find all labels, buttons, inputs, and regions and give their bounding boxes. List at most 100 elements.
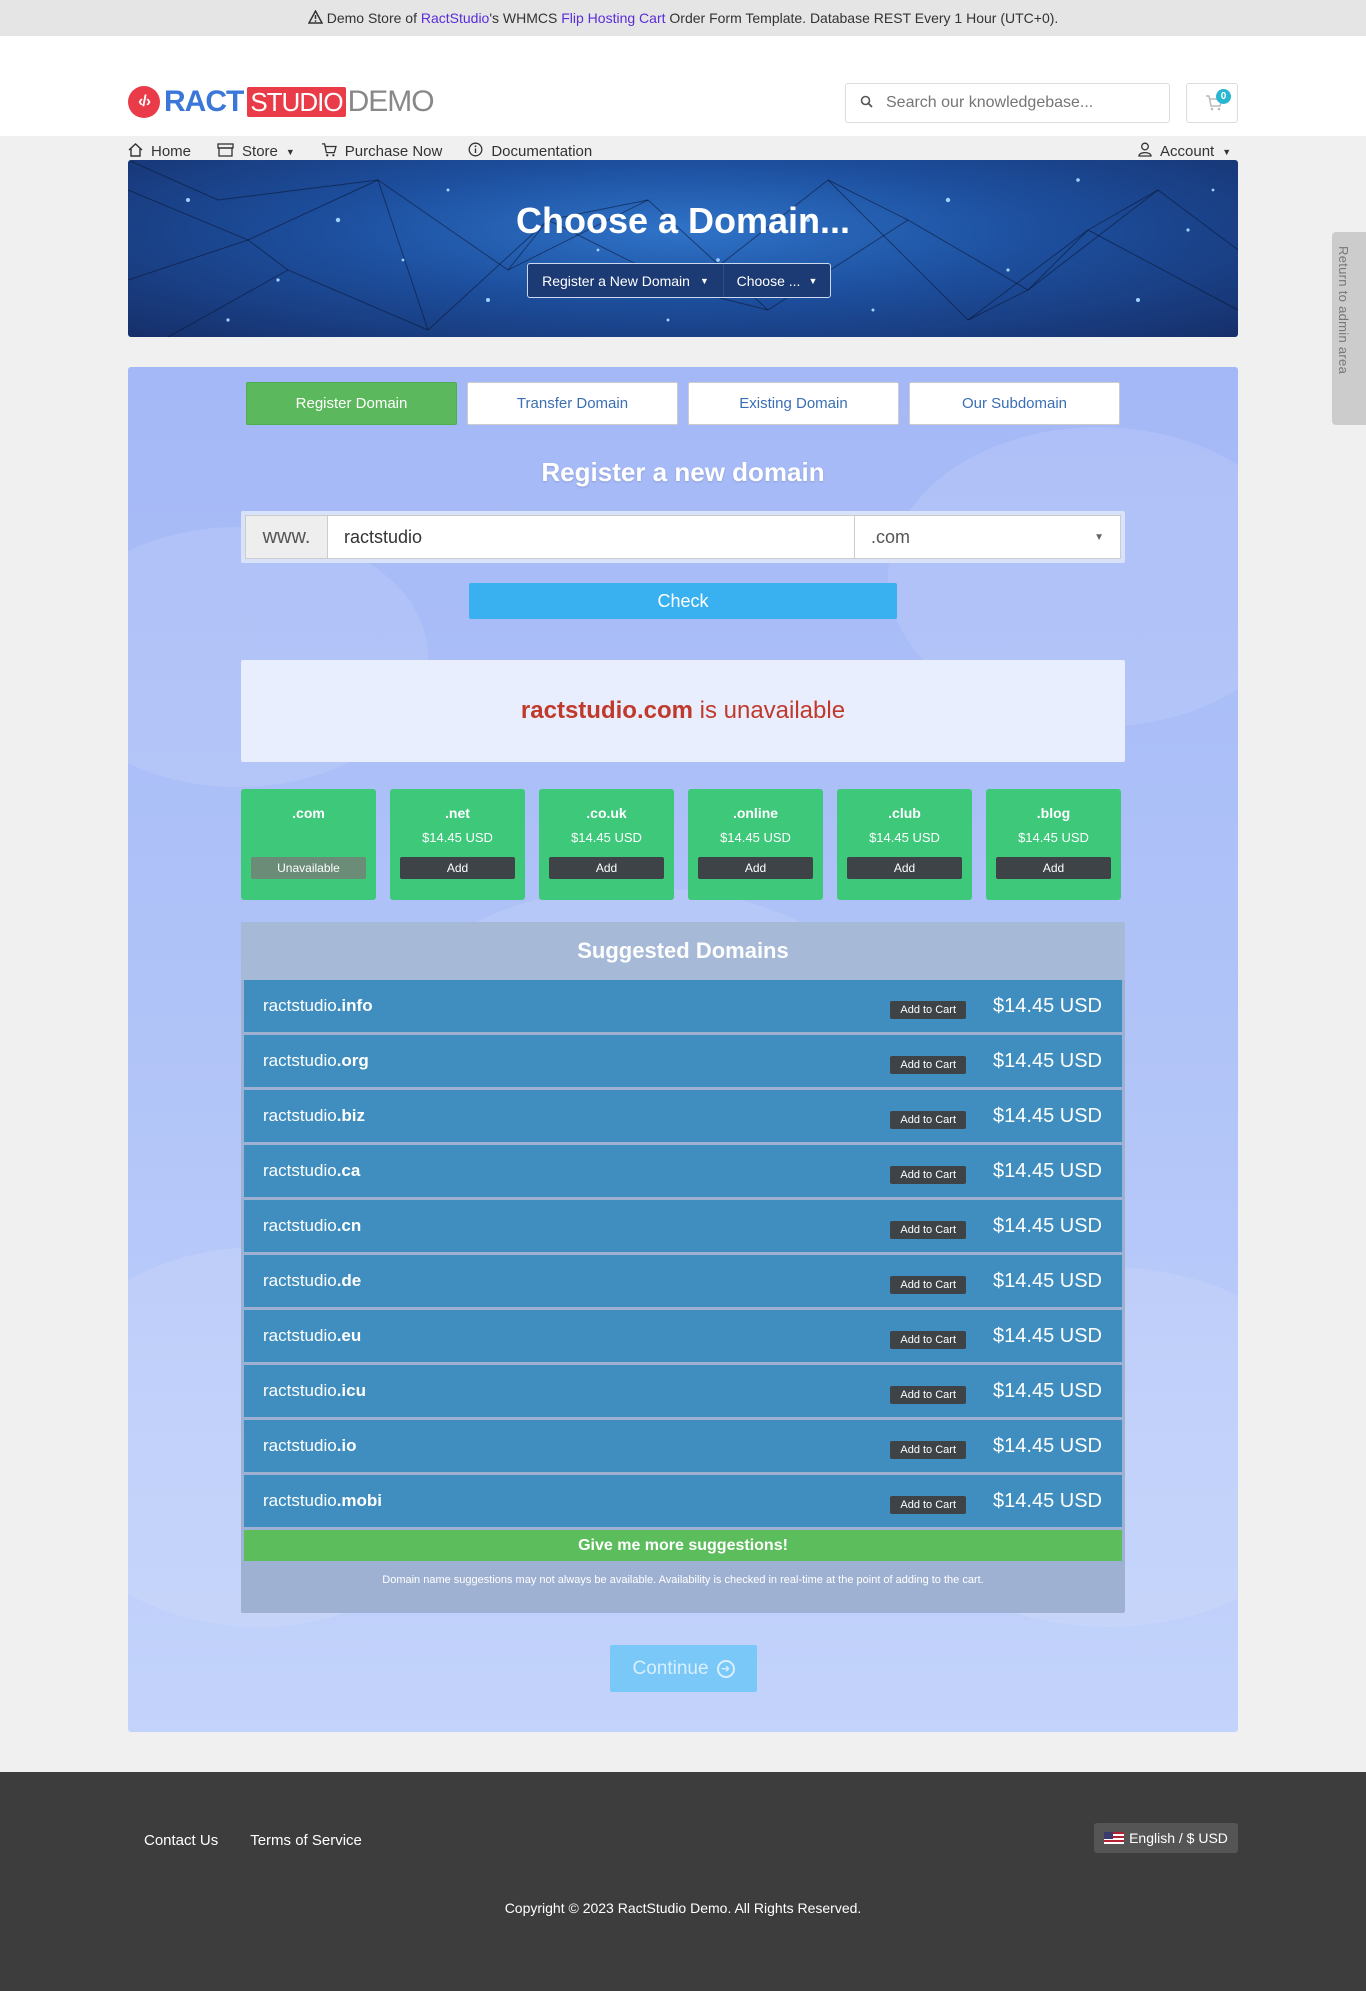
tab-register-domain[interactable]: Register Domain [246, 382, 457, 425]
suggestion-tld: .org [336, 1051, 369, 1070]
suggestion-domain: ractstudio.mobi [263, 1491, 890, 1511]
suggestion-tld: .ca [336, 1161, 361, 1180]
nav-store[interactable]: Store ▼ [217, 142, 295, 161]
suggestions-disclaimer: Domain name suggestions may not always b… [382, 1574, 984, 1586]
tld-card-com: .com Unavailable [241, 789, 376, 900]
tld-price: $14.45 USD [1018, 830, 1089, 845]
site-logo[interactable]: ‹/› RACT STUDIO DEMO [128, 84, 435, 120]
nav-purchase-label: Purchase Now [344, 143, 443, 160]
suggestion-domain: ractstudio.biz [263, 1106, 890, 1126]
store-icon [217, 142, 234, 161]
add-to-cart-button[interactable]: Add to Cart [890, 1221, 966, 1239]
tld-add-button[interactable]: Add [400, 857, 515, 879]
suggestion-domain: ractstudio.org [263, 1051, 890, 1071]
nav-documentation[interactable]: Documentation [468, 142, 592, 161]
suggestion-row: ractstudio.io Add to Cart $14.45 USD [244, 1420, 1122, 1472]
choose-dropdown[interactable]: Choose ... ▼ [724, 264, 830, 297]
suggestion-price: $14.45 USD [993, 1434, 1102, 1457]
user-icon [1138, 142, 1152, 161]
check-button[interactable]: Check [469, 583, 897, 619]
suggestion-price: $14.45 USD [993, 994, 1102, 1017]
register-new-domain-dropdown[interactable]: Register a New Domain ▼ [528, 264, 724, 297]
admin-tab-label: Return to admin area [1336, 246, 1351, 375]
suggestion-domain: ractstudio.ca [263, 1161, 890, 1181]
search-icon [846, 95, 886, 111]
logo-text-ract: RACT [164, 85, 244, 118]
suggestion-sld: ractstudio [263, 1491, 337, 1510]
search-input[interactable] [886, 94, 1156, 112]
add-to-cart-button[interactable]: Add to Cart [890, 1056, 966, 1074]
suggestion-domain: ractstudio.io [263, 1436, 890, 1456]
suggestion-sld: ractstudio [263, 1436, 337, 1455]
hero-banner: Choose a Domain... Register a New Domain… [128, 160, 1238, 337]
suggestion-price: $14.45 USD [993, 1159, 1102, 1182]
suggestion-row: ractstudio.eu Add to Cart $14.45 USD [244, 1310, 1122, 1362]
footer-links: Contact Us Terms of Service [144, 1832, 362, 1849]
tld-add-button[interactable]: Add [549, 857, 664, 879]
www-prefix: www. [245, 515, 328, 559]
brand-link[interactable]: RactStudio [421, 10, 489, 26]
continue-button[interactable]: Continue ➜ [610, 1645, 757, 1692]
availability-result: ractstudio.com is unavailable [241, 660, 1125, 762]
arrow-right-circle-icon: ➜ [716, 1659, 735, 1678]
add-to-cart-button[interactable]: Add to Cart [890, 1331, 966, 1349]
notice-mid: 's WHMCS [489, 10, 562, 26]
tld-name: .net [445, 805, 470, 821]
chevron-down-icon: ▼ [699, 275, 709, 286]
site-footer: Contact Us Terms of Service English / $ … [0, 1772, 1366, 1991]
add-to-cart-button[interactable]: Add to Cart [890, 1111, 966, 1129]
suggestion-sld: ractstudio [263, 1106, 337, 1125]
logo-text-demo: DEMO [347, 85, 435, 118]
tld-price: $14.45 USD [571, 830, 642, 845]
language-label: English / $ USD [1129, 1830, 1228, 1846]
add-to-cart-button[interactable]: Add to Cart [890, 1001, 966, 1019]
cart-button[interactable]: 0 [1186, 83, 1238, 123]
add-to-cart-button[interactable]: Add to Cart [890, 1276, 966, 1294]
tab-our-subdomain[interactable]: Our Subdomain [909, 382, 1120, 425]
more-suggestions-button[interactable]: Give me more suggestions! [244, 1530, 1122, 1561]
return-to-admin-tab[interactable]: Return to admin area [1332, 232, 1366, 425]
tab-transfer-domain[interactable]: Transfer Domain [467, 382, 678, 425]
suggestion-tld: .biz [336, 1106, 366, 1125]
add-to-cart-button[interactable]: Add to Cart [890, 1386, 966, 1404]
suggestion-sld: ractstudio [263, 1271, 337, 1290]
nav-purchase[interactable]: Purchase Now [321, 142, 443, 161]
tld-add-button[interactable]: Add [996, 857, 1111, 879]
suggested-domains: Suggested Domains ractstudio.info Add to… [241, 922, 1125, 1613]
suggestion-domain: ractstudio.icu [263, 1381, 890, 1401]
tld-add-button[interactable]: Add [847, 857, 962, 879]
domain-name-input[interactable] [328, 515, 855, 559]
add-to-cart-button[interactable]: Add to Cart [890, 1441, 966, 1459]
tld-name: .online [732, 805, 779, 821]
footer-terms-link[interactable]: Terms of Service [250, 1832, 362, 1849]
suggestion-row: ractstudio.cn Add to Cart $14.45 USD [244, 1200, 1122, 1252]
add-to-cart-button[interactable]: Add to Cart [890, 1496, 966, 1514]
suggestion-tld: .icu [336, 1381, 366, 1400]
tld-price [241, 827, 376, 849]
account-menu[interactable]: Account ▼ [1138, 142, 1231, 161]
template-link[interactable]: Flip Hosting Cart [561, 10, 665, 26]
logo-text-studio: STUDIO [247, 87, 346, 117]
suggestion-row: ractstudio.mobi Add to Cart $14.45 USD [244, 1475, 1122, 1527]
language-currency-button[interactable]: English / $ USD [1094, 1823, 1238, 1853]
tld-name: .blog [1036, 805, 1071, 821]
tld-cards: .com Unavailable .net $14.45 USD Add .co… [241, 789, 1121, 900]
tld-select[interactable]: .com ▼ [855, 515, 1121, 559]
suggestion-tld: .mobi [336, 1491, 383, 1510]
suggestion-price: $14.45 USD [993, 1269, 1102, 1292]
suggestion-price: $14.45 USD [993, 1379, 1102, 1402]
tld-name: .co.uk [586, 805, 627, 821]
tab-existing-domain[interactable]: Existing Domain [688, 382, 899, 425]
suggestion-domain: ractstudio.info [263, 996, 890, 1016]
tld-add-button[interactable]: Add [698, 857, 813, 879]
tld-name: .com [292, 805, 325, 821]
result-domain: ractstudio.com [520, 697, 693, 724]
footer-contact-link[interactable]: Contact Us [144, 1832, 218, 1849]
add-to-cart-button[interactable]: Add to Cart [890, 1166, 966, 1184]
home-icon [128, 142, 143, 161]
domain-option-tabs: Register Domain Transfer Domain Existing… [246, 382, 1120, 425]
suggestion-tld: .io [336, 1436, 357, 1455]
suggestion-price: $14.45 USD [993, 1324, 1102, 1347]
domain-action-selector: Register a New Domain ▼ Choose ... ▼ [527, 263, 831, 298]
nav-home[interactable]: Home [128, 142, 191, 161]
